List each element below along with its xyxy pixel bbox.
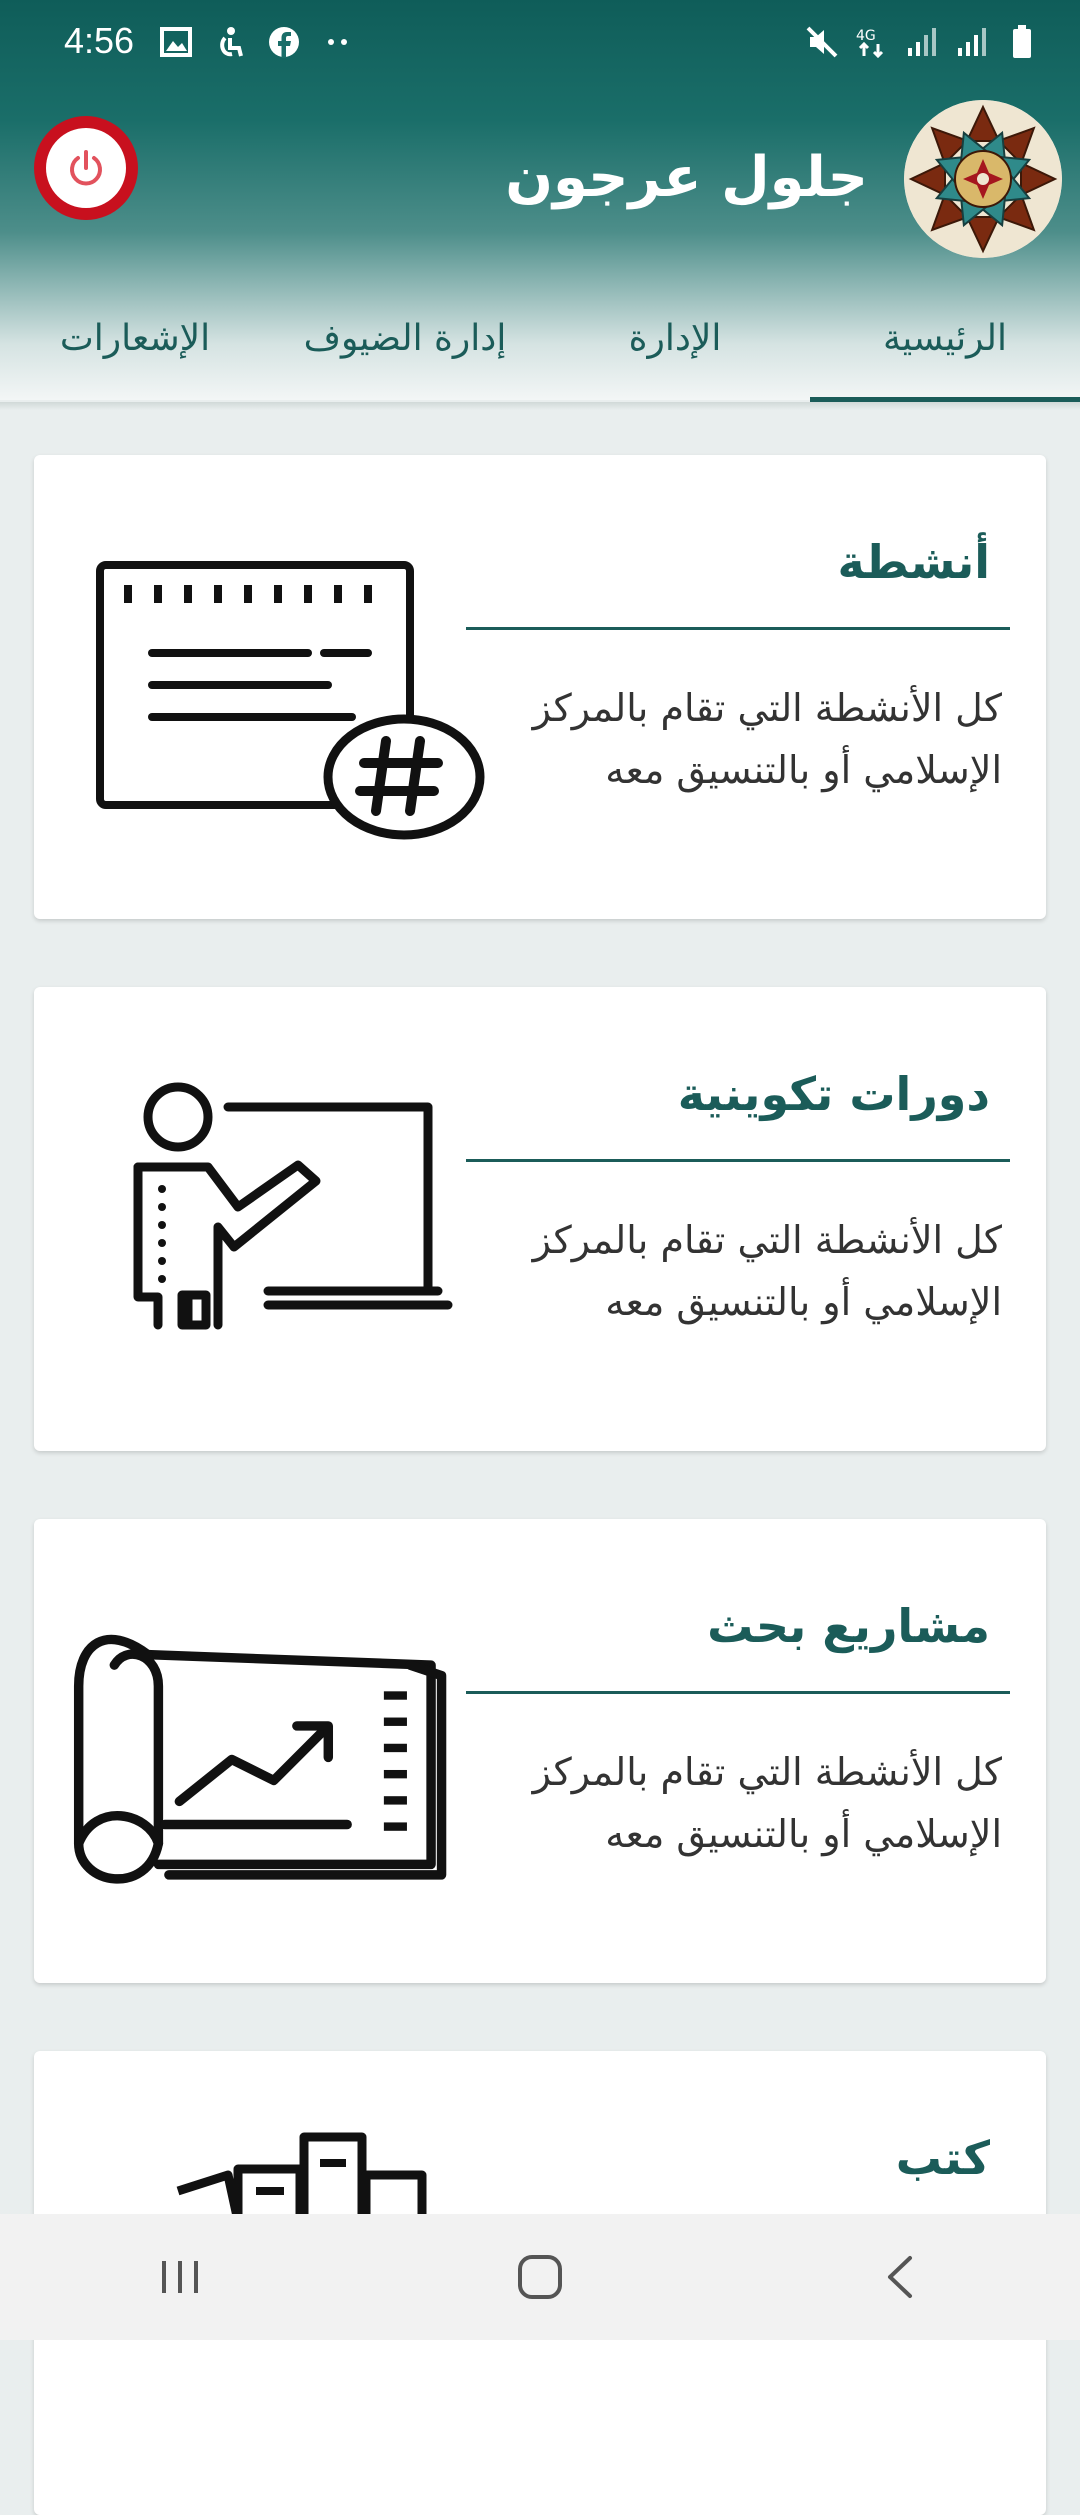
back-icon <box>888 2256 912 2298</box>
facebook-icon <box>266 24 302 60</box>
calendar-hashtag-icon <box>96 561 485 840</box>
card-research-projects[interactable]: مشاريع بحث كل الأنشطة التي تقام بالمركز … <box>34 1519 1046 1983</box>
tab-shadow <box>0 402 1080 410</box>
battery-icon <box>1004 24 1040 60</box>
power-button[interactable] <box>34 116 138 220</box>
system-nav-bar <box>0 2214 1080 2340</box>
card-title: كتب <box>895 2131 990 2185</box>
accessibility-icon <box>212 24 248 60</box>
signal-icon-2 <box>954 24 990 60</box>
back-button[interactable] <box>840 2232 960 2322</box>
tab-bar: الرئيسية الإدارة إدارة الضيوف الإشعارات <box>0 290 1080 402</box>
more-dots-icon <box>320 24 356 60</box>
divider <box>466 1159 1010 1162</box>
card-description: كل الأنشطة التي تقام بالمركز الإسلامي أو… <box>532 1750 1002 1856</box>
gallery-icon <box>158 24 194 60</box>
divider <box>466 627 1010 630</box>
status-time: 4:56 <box>64 20 135 61</box>
blueprint-chart-icon <box>73 1634 447 1884</box>
home-button[interactable] <box>480 2232 600 2322</box>
recents-button[interactable] <box>120 2232 240 2322</box>
card-description: كل الأنشطة التي تقام بالمركز الإسلامي أو… <box>532 1218 1002 1324</box>
card-description: كل الأنشطة التي تقام بالمركز الإسلامي أو… <box>532 686 1002 792</box>
tab-home[interactable]: الرئيسية <box>810 290 1080 402</box>
card-training-courses[interactable]: دورات تكوينية كل الأنشطة التي تقام بالمر… <box>34 987 1046 1451</box>
card-activities[interactable]: أنشطة كل الأنشطة التي تقام بالمركز الإسل… <box>34 455 1046 919</box>
card-title: مشاريع بحث <box>707 1599 990 1653</box>
tab-guest-management[interactable]: إدارة الضيوف <box>270 290 540 402</box>
teacher-board-icon <box>133 1082 453 1330</box>
signal-icon-1 <box>904 24 940 60</box>
data-icon: 4G <box>854 24 890 60</box>
divider <box>466 1691 1010 1694</box>
card-title: أنشطة <box>837 535 990 589</box>
home-icon <box>518 2255 562 2299</box>
tab-notifications[interactable]: الإشعارات <box>0 290 270 402</box>
page-title: جلول عرجون <box>505 145 868 210</box>
power-icon <box>70 150 102 186</box>
svg-text:4G: 4G <box>856 28 876 44</box>
recents-icon <box>162 2261 198 2293</box>
logo <box>904 100 1062 258</box>
status-bar: 4:56 4G <box>0 0 1080 84</box>
card-title: دورات تكوينية <box>677 1067 990 1121</box>
tab-administration[interactable]: الإدارة <box>540 290 810 402</box>
mute-icon <box>804 24 840 60</box>
